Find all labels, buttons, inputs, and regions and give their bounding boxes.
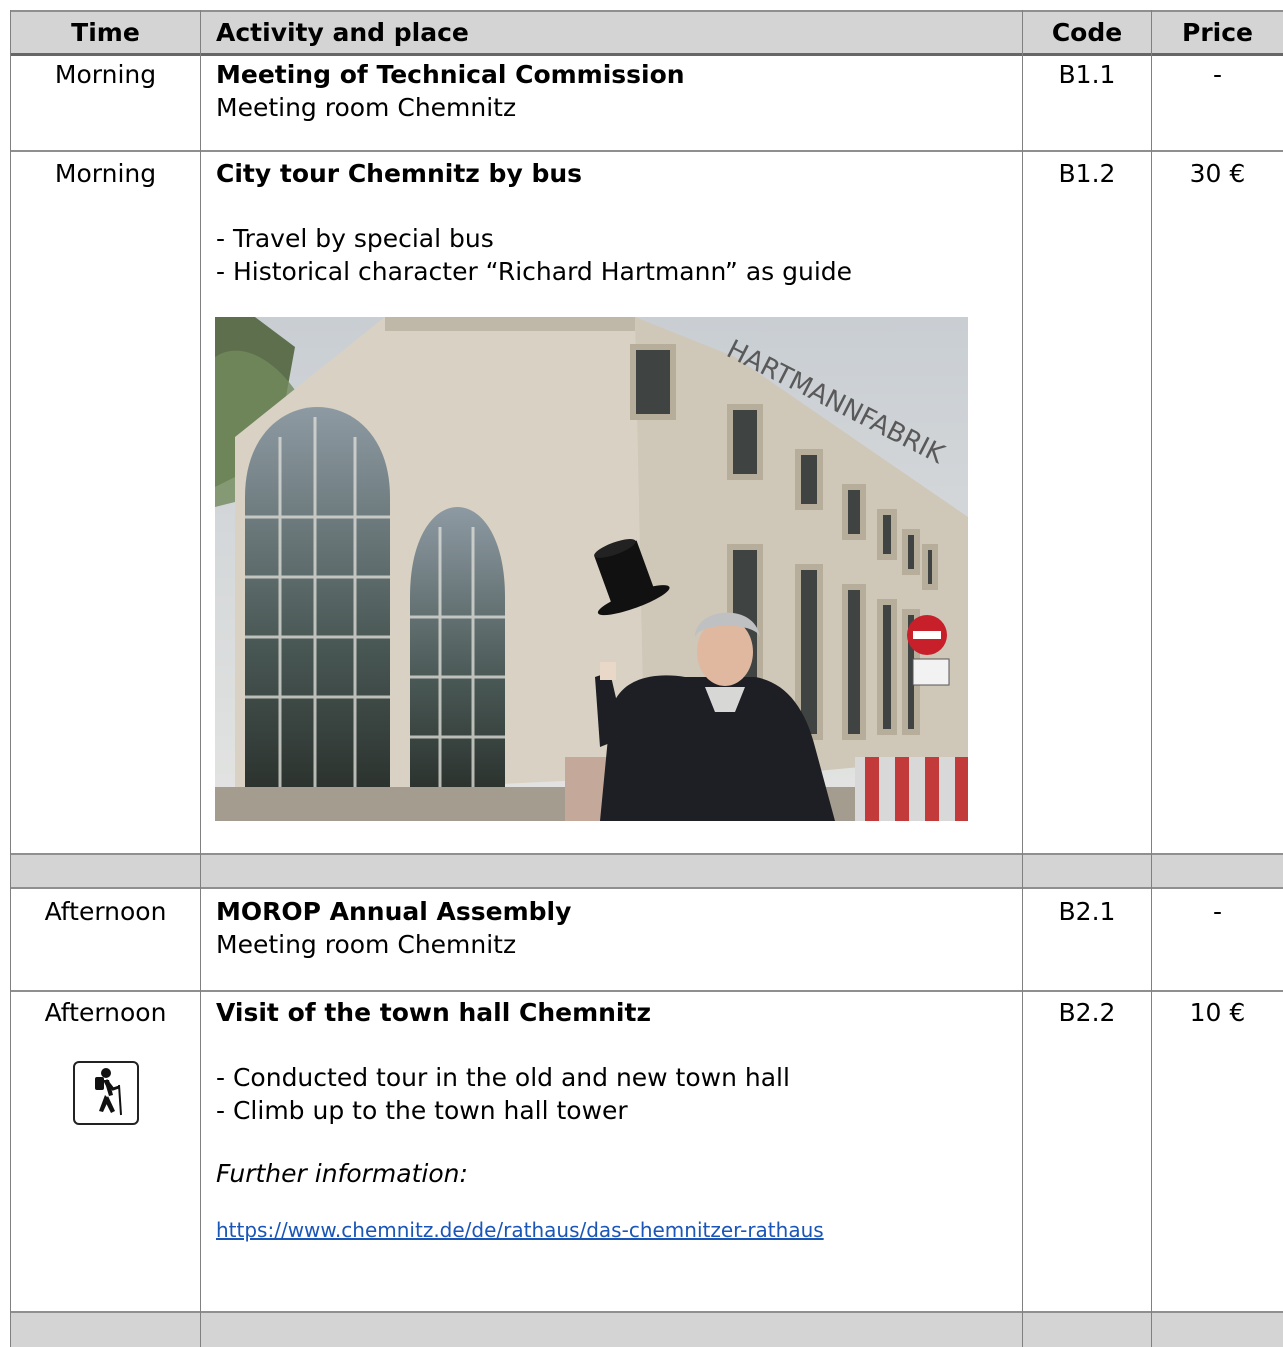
list-item: Travel by special bus <box>216 222 1016 255</box>
list-item: Climb up to the town hall tower <box>216 1094 1016 1127</box>
hiking-icon <box>73 1061 139 1125</box>
column-border <box>10 10 11 1347</box>
info-link-wrapper: https://www.chemnitz.de/de/rathaus/das-c… <box>216 1212 1016 1247</box>
header-code: Code <box>1051 17 1123 47</box>
column-border <box>200 10 201 1347</box>
row-code: B2.1 <box>1058 897 1116 926</box>
column-border <box>1022 10 1023 1347</box>
further-info-label: Further information: <box>216 1159 468 1188</box>
activity-place: Meeting room Chemnitz <box>216 930 517 959</box>
activity-place: Meeting room Chemnitz <box>216 93 517 122</box>
row-time: Afternoon <box>44 998 167 1027</box>
schedule-table: Time Activity and place Code Price Morni… <box>0 0 1283 1347</box>
activity-title: MOROP Annual Assembly <box>216 897 572 926</box>
row-code: B1.2 <box>1058 159 1116 188</box>
row-code: B2.2 <box>1058 998 1116 1027</box>
header-price: Price <box>1182 17 1253 47</box>
row-code: B1.1 <box>1058 60 1116 89</box>
row-activity: MOROP Annual Assembly Meeting room Chemn… <box>216 895 1016 961</box>
row-activity: Visit of the town hall Chemnitz Conducte… <box>216 996 1016 1247</box>
row-price: - <box>1212 897 1223 926</box>
tour-guide-photo: HARTMANNFABRIK <box>215 317 968 821</box>
list-item: Historical character “Richard Hartmann” … <box>216 255 1016 288</box>
row-activity: Meeting of Technical Commission Meeting … <box>216 58 1016 124</box>
activity-bullets: Conducted tour in the old and new town h… <box>216 1061 1016 1127</box>
row-price: 10 € <box>1189 998 1246 1027</box>
row-price: - <box>1212 60 1223 89</box>
activity-title: Visit of the town hall Chemnitz <box>216 998 651 1027</box>
header-activity: Activity and place <box>216 17 469 47</box>
activity-bullets: Travel by special bus Historical charact… <box>216 222 1016 288</box>
row-time: Morning <box>54 159 157 188</box>
row-time: Afternoon <box>44 897 167 926</box>
list-item: Conducted tour in the old and new town h… <box>216 1061 1016 1094</box>
info-link[interactable]: https://www.chemnitz.de/de/rathaus/das-c… <box>216 1218 824 1242</box>
activity-title: City tour Chemnitz by bus <box>216 159 583 188</box>
row-price: 30 € <box>1189 159 1246 188</box>
column-border <box>1151 10 1152 1347</box>
row-time: Morning <box>54 60 157 89</box>
header-time: Time <box>71 17 140 47</box>
activity-title: Meeting of Technical Commission <box>216 60 685 89</box>
row-activity: City tour Chemnitz by bus Travel by spec… <box>216 157 1016 288</box>
